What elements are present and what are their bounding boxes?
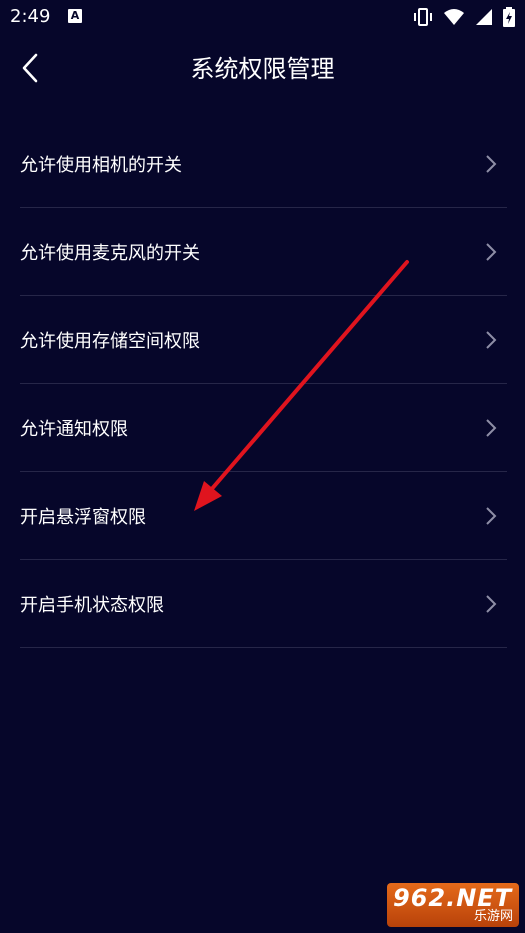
watermark-sub: 乐游网 [473,909,513,924]
status-time: 2:49 [10,6,51,27]
permission-item-notification[interactable]: 允许通知权限 [20,384,507,472]
permission-label: 允许使用相机的开关 [20,155,182,176]
permission-label: 允许使用存储空间权限 [20,331,200,352]
status-icons [413,7,515,27]
chevron-right-icon [486,243,497,261]
vibrate-icon [414,8,432,26]
chevron-right-icon [486,155,497,173]
permission-item-phone-state[interactable]: 开启手机状态权限 [20,560,507,648]
wifi-icon [444,9,464,25]
permission-list: 允许使用相机的开关 允许使用麦克风的开关 允许使用存储空间权限 允许通知权限 开… [20,120,507,648]
permission-label: 允许通知权限 [20,419,128,440]
permission-item-microphone[interactable]: 允许使用麦克风的开关 [20,208,507,296]
permission-label: 允许使用麦克风的开关 [20,243,200,264]
battery-charging-icon [503,7,515,27]
status-bar: 2:49 A [0,0,525,36]
chevron-right-icon [486,507,497,525]
header: 系统权限管理 [0,36,525,100]
permission-item-floating-window[interactable]: 开启悬浮窗权限 [20,472,507,560]
permission-item-storage[interactable]: 允许使用存储空间权限 [20,296,507,384]
chevron-right-icon [486,595,497,613]
page-title: 系统权限管理 [190,55,335,83]
watermark-logo: 962.NET 乐游网 [387,883,519,927]
notification-a-icon: A [68,9,82,23]
permission-item-camera[interactable]: 允许使用相机的开关 [20,120,507,208]
chevron-right-icon [486,419,497,437]
permission-label: 开启手机状态权限 [20,595,164,616]
signal-icon [476,9,492,25]
chevron-right-icon [486,331,497,349]
permission-label: 开启悬浮窗权限 [20,507,146,528]
